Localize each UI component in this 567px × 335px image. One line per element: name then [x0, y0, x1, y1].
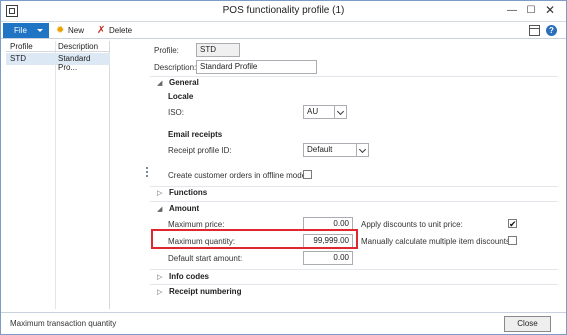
chevron-down-icon: [37, 29, 43, 32]
close-button[interactable]: Close: [504, 316, 551, 332]
pos-functionality-profile-window: POS functionality profile (1) — ☐ ✕ File…: [0, 0, 567, 335]
section-general[interactable]: ◢ General: [150, 77, 558, 89]
list-header: Profile Description: [6, 41, 110, 52]
receipt-profile-label: Receipt profile ID:: [168, 146, 232, 155]
collapse-triangle-icon: ▷: [157, 190, 163, 197]
manual-discounts-label: Manually calculate multiple item discoun…: [361, 237, 513, 246]
section-amount-title: Amount: [169, 204, 200, 213]
apply-discounts-checkbox[interactable]: ✔: [508, 219, 517, 229]
iso-value: AU: [307, 107, 319, 116]
list-item-description: Standard Pro...: [58, 54, 91, 72]
maximize-button[interactable]: ☐: [523, 4, 539, 18]
iso-select[interactable]: AU: [303, 105, 347, 119]
receipt-profile-value: Default: [307, 145, 333, 154]
collapse-triangle-icon: ▷: [157, 289, 163, 296]
highlight-annotation: [151, 229, 358, 249]
list-item[interactable]: STD Standard Pro...: [6, 53, 110, 72]
column-divider: [55, 41, 56, 309]
manual-discounts-checkbox[interactable]: [508, 236, 517, 245]
description-field[interactable]: Standard Profile: [196, 60, 317, 74]
collapse-triangle-icon: ▷: [157, 274, 163, 281]
section-info-codes[interactable]: ▷ Info codes: [150, 271, 558, 283]
max-price-label: Maximum price:: [168, 220, 225, 229]
expand-triangle-icon: ◢: [157, 206, 163, 213]
close-window-button[interactable]: ✕: [542, 4, 558, 18]
description-label: Description:: [154, 63, 197, 72]
section-receipt-numbering-title: Receipt numbering: [169, 287, 242, 296]
apply-discounts-label: Apply discounts to unit price:: [361, 220, 463, 229]
section-receipt-numbering[interactable]: ▷ Receipt numbering: [150, 286, 558, 298]
section-general-title: General: [169, 78, 199, 87]
column-header-profile[interactable]: Profile: [10, 42, 33, 51]
section-amount[interactable]: ◢ Amount: [150, 203, 558, 215]
default-start-amount-label: Default start amount:: [168, 254, 243, 263]
section-functions-title: Functions: [169, 188, 208, 197]
section-divider: [150, 201, 558, 202]
status-bar: Maximum transaction quantity Close: [1, 312, 566, 334]
chevron-down-icon[interactable]: [356, 144, 368, 156]
new-button-label: New: [68, 26, 85, 35]
layout-icon[interactable]: [529, 25, 540, 36]
profile-label: Profile:: [154, 46, 179, 55]
file-menu-button[interactable]: File: [3, 23, 49, 38]
file-menu-label: File: [14, 26, 27, 35]
toolbar: File ✹ New ✗ Delete ?: [1, 22, 566, 39]
list-item-profile: STD: [10, 54, 26, 63]
email-receipts-header: Email receipts: [168, 130, 223, 139]
section-info-codes-title: Info codes: [169, 272, 210, 281]
profile-field: STD: [196, 43, 240, 57]
column-header-description[interactable]: Description: [58, 42, 98, 51]
default-start-amount-field[interactable]: 0.00: [303, 251, 353, 265]
minimize-button[interactable]: —: [504, 4, 520, 18]
offline-orders-label: Create customer orders in offline mode:: [168, 171, 309, 180]
section-functions[interactable]: ▷ Functions: [150, 187, 558, 199]
window-title: POS functionality profile (1): [222, 5, 345, 16]
pane-splitter[interactable]: [146, 167, 148, 181]
delete-button[interactable]: ✗ Delete: [97, 25, 132, 37]
title-bar: POS functionality profile (1) — ☐ ✕: [1, 1, 566, 22]
iso-label: ISO:: [168, 108, 185, 117]
delete-x-icon: ✗: [97, 25, 106, 36]
offline-orders-checkbox[interactable]: [303, 170, 312, 179]
section-divider: [150, 284, 558, 285]
profile-list: Profile Description STD Standard Pro...: [6, 41, 110, 309]
status-text: Maximum transaction quantity: [10, 319, 117, 328]
new-star-icon: ✹: [56, 25, 65, 36]
receipt-profile-select[interactable]: Default: [303, 143, 369, 157]
chevron-down-icon[interactable]: [334, 106, 346, 118]
expand-triangle-icon: ◢: [157, 80, 163, 87]
locale-header: Locale: [168, 92, 194, 101]
new-button[interactable]: ✹ New: [56, 25, 84, 37]
delete-button-label: Delete: [109, 26, 133, 35]
help-icon[interactable]: ?: [546, 25, 557, 36]
section-divider: [150, 269, 558, 270]
